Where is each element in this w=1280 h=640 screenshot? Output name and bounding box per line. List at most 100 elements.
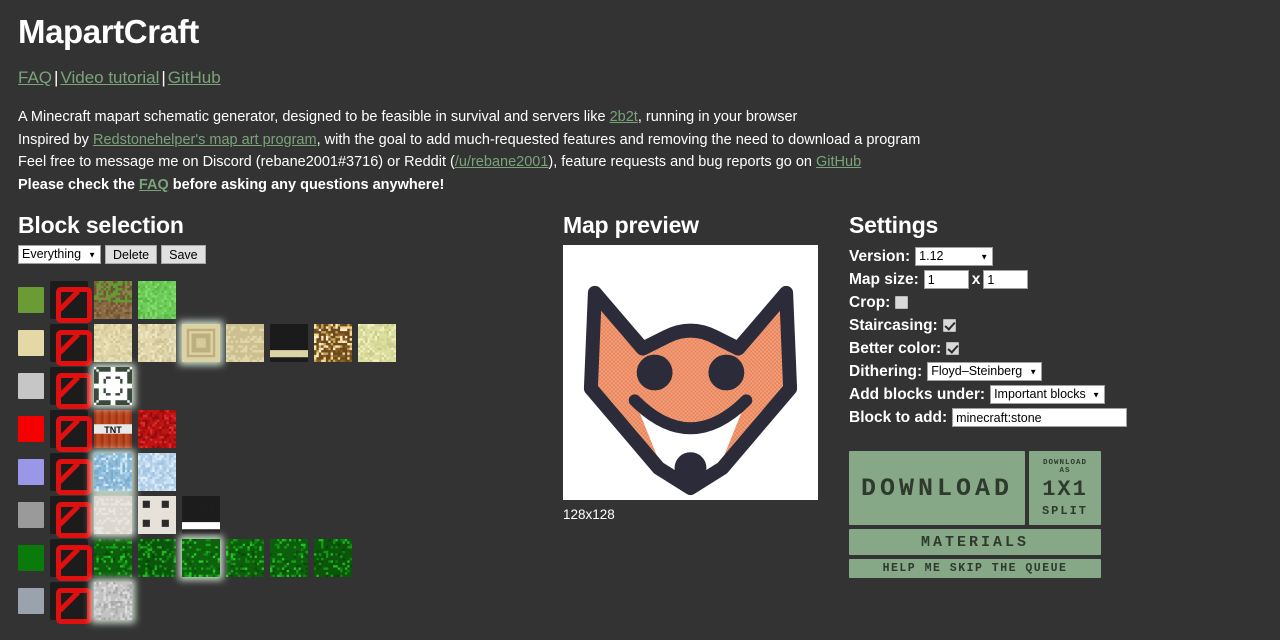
block-tile-sand[interactable] xyxy=(94,323,132,362)
link-2b2t[interactable]: 2b2t xyxy=(610,109,638,125)
download-split-button[interactable]: DOWNLOAD AS 1X1 SPLIT xyxy=(1029,451,1101,525)
nav-link-github[interactable]: GitHub xyxy=(168,68,221,87)
block-tile-quartz-block[interactable] xyxy=(94,495,132,534)
no-block-icon[interactable] xyxy=(50,495,92,538)
block-to-add-label: Block to add: xyxy=(849,408,948,426)
block-tile-sandstone[interactable] xyxy=(138,323,176,362)
setting-blocks-under: Add blocks under: Important blocks ▼ xyxy=(849,383,1279,406)
blocks-under-select-wrapper[interactable]: Important blocks ▼ xyxy=(990,385,1106,404)
svg-text:TNT: TNT xyxy=(104,425,122,435)
color-swatch xyxy=(18,329,44,356)
crop-checkbox[interactable] xyxy=(895,296,909,309)
no-block-icon[interactable] xyxy=(50,581,92,624)
block-tile-jungle-leaves[interactable] xyxy=(226,538,264,577)
skip-queue-button[interactable]: HELP ME SKIP THE QUEUE xyxy=(849,559,1101,578)
no-block-icon[interactable] xyxy=(50,366,92,409)
block-tile-cobweb[interactable] xyxy=(94,366,132,405)
materials-button[interactable]: MATERIALS xyxy=(849,529,1101,555)
block-selection-heading: Block selection xyxy=(18,212,184,238)
page-root: MapartCraft FAQ | Video tutorial | GitHub A … xyxy=(0,12,1280,640)
map-preview-canvas[interactable] xyxy=(563,245,818,500)
intro-blurb: A Minecraft mapart schematic generator, … xyxy=(18,106,1262,196)
block-tile-tnt[interactable]: TNT xyxy=(94,409,132,448)
dithering-select-wrapper[interactable]: Floyd–Steinberg ▼ xyxy=(927,362,1043,381)
split-caption: DOWNLOAD AS xyxy=(1042,458,1087,475)
block-tile-quartz-pillar[interactable] xyxy=(138,495,176,534)
link-faq-inline[interactable]: FAQ xyxy=(139,177,169,193)
color-swatch xyxy=(18,458,44,485)
blurb-2-text-b: , with the goal to add much-requested fe… xyxy=(316,131,921,148)
no-block-icon[interactable] xyxy=(50,280,92,323)
crop-label: Crop: xyxy=(849,293,891,311)
better-color-checkbox[interactable] xyxy=(946,342,960,355)
block-tile-ice[interactable] xyxy=(94,452,132,491)
link-github-inline[interactable]: GitHub xyxy=(816,154,861,170)
color-swatch xyxy=(18,286,44,313)
block-tile-acacia-leaves[interactable] xyxy=(270,538,308,577)
dithering-label: Dithering: xyxy=(849,362,923,380)
link-reddit-user[interactable]: /u/rebane2001 xyxy=(455,154,549,170)
nav-links: FAQ | Video tutorial | GitHub xyxy=(18,68,1262,88)
preset-select[interactable]: Everything xyxy=(18,245,101,264)
delete-preset-button[interactable]: Delete xyxy=(105,245,158,264)
page-title: MapartCraft xyxy=(18,13,199,50)
block-tile-cut-sandstone[interactable] xyxy=(226,323,264,362)
preset-select-wrapper[interactable]: Everything ▼ xyxy=(18,245,101,264)
mapsize-y-input[interactable] xyxy=(983,270,1029,289)
blurb-1-text-a: A Minecraft mapart schematic generator, … xyxy=(18,109,610,125)
nav-link-faq[interactable]: FAQ xyxy=(18,68,52,87)
mapsize-x-input[interactable] xyxy=(923,270,969,289)
color-swatch xyxy=(18,415,44,442)
nav-link-video-tutorial[interactable]: Video tutorial xyxy=(60,68,159,87)
block-tile-grass-block[interactable] xyxy=(94,280,132,319)
no-block-icon[interactable] xyxy=(50,323,92,366)
settings-heading: Settings xyxy=(849,212,939,238)
block-tile-oak-leaves[interactable] xyxy=(94,538,132,577)
version-select-wrapper[interactable]: 1.12 ▼ xyxy=(915,247,994,266)
redstone-row: TNT xyxy=(18,407,558,452)
mapsize-label: Map size: xyxy=(849,270,919,288)
block-tile-end-stone[interactable] xyxy=(358,323,396,362)
version-label: Version: xyxy=(849,247,911,265)
block-tile-black-block[interactable] xyxy=(182,495,220,534)
block-tile-slime-block[interactable] xyxy=(138,280,176,319)
color-swatch xyxy=(18,501,44,528)
block-tile-packed-ice[interactable] xyxy=(138,452,176,491)
version-select[interactable]: 1.12 xyxy=(915,247,994,266)
map-preview-panel: Map preview 128x128 xyxy=(563,212,843,522)
sandstone-row xyxy=(18,321,558,366)
leaves-row xyxy=(18,536,558,581)
dithering-select[interactable]: Floyd–Steinberg xyxy=(927,362,1043,381)
blurb-line-4: Please check the FAQ before asking any q… xyxy=(18,174,1262,197)
blocks-under-label: Add blocks under: xyxy=(849,385,986,403)
block-tile-glowstone[interactable] xyxy=(314,323,352,362)
color-swatch xyxy=(18,372,44,399)
block-selection-toolbar: Everything ▼ Delete Save xyxy=(18,245,558,264)
block-tile-stone[interactable] xyxy=(94,581,132,620)
better-color-label: Better color: xyxy=(849,339,942,357)
blurb-2-text-a: Inspired by xyxy=(18,131,93,148)
block-tile-spruce-leaves[interactable] xyxy=(138,538,176,577)
blurb-4-text-b: before asking any questions anywhere! xyxy=(168,176,445,193)
block-tile-chiseled-sandstone[interactable] xyxy=(182,323,220,362)
block-to-add-input[interactable] xyxy=(952,408,1128,427)
setting-staircasing: Staircasing: xyxy=(849,314,1279,337)
no-block-icon[interactable] xyxy=(50,409,92,452)
grass-row xyxy=(18,278,558,323)
block-tile-redstone-block[interactable] xyxy=(138,409,176,448)
blocks-under-select[interactable]: Important blocks xyxy=(990,385,1106,404)
cobweb-row xyxy=(18,364,558,409)
block-tile-sandstone-slab[interactable] xyxy=(270,323,308,362)
link-redstonehelper[interactable]: Redstonehelper's map art program xyxy=(93,132,317,148)
staircasing-checkbox[interactable] xyxy=(942,319,956,332)
download-button[interactable]: DOWNLOAD xyxy=(849,451,1025,525)
no-block-icon[interactable] xyxy=(50,538,92,581)
block-tile-dark-oak-leaves[interactable] xyxy=(314,538,352,577)
color-swatch xyxy=(18,544,44,571)
block-tile-birch-leaves[interactable] xyxy=(182,538,220,577)
setting-dithering: Dithering: Floyd–Steinberg ▼ xyxy=(849,360,1279,383)
blurb-1-text-b: , running in your browser xyxy=(637,109,798,125)
no-block-icon[interactable] xyxy=(50,452,92,495)
blurb-3-text-b: ), feature requests and bug reports go o… xyxy=(548,154,817,170)
save-preset-button[interactable]: Save xyxy=(161,245,206,264)
